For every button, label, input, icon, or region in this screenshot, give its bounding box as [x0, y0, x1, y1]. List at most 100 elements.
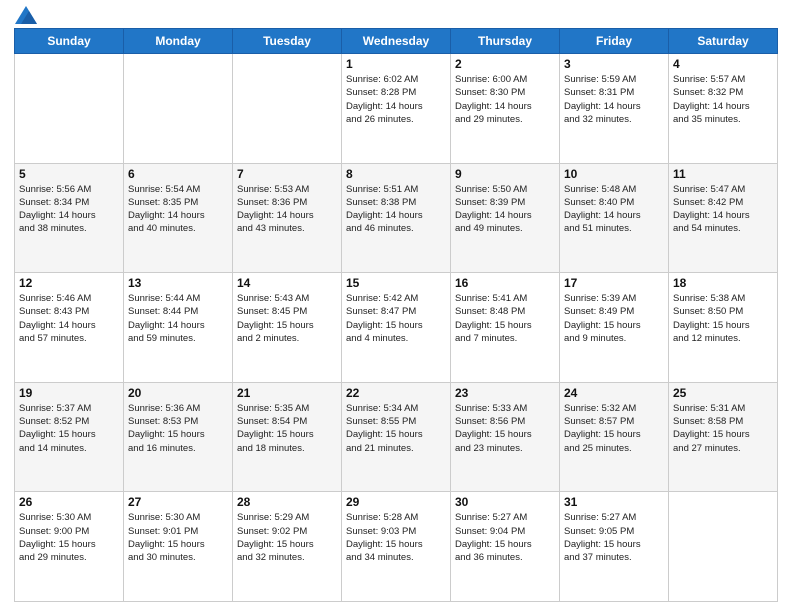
day-number: 23 [455, 386, 555, 400]
calendar-week-row: 19 Sunrise: 5:37 AM Sunset: 8:52 PM Dayli… [15, 382, 778, 492]
calendar-day-cell: 8 Sunrise: 5:51 AM Sunset: 8:38 PM Daylig… [342, 163, 451, 273]
calendar-empty-cell [669, 492, 778, 602]
day-info: Sunrise: 6:00 AM Sunset: 8:30 PM Dayligh… [455, 73, 555, 126]
day-number: 1 [346, 57, 446, 71]
day-number: 11 [673, 167, 773, 181]
calendar-week-row: 12 Sunrise: 5:46 AM Sunset: 8:43 PM Dayli… [15, 273, 778, 383]
calendar-day-cell: 11Sunrise: 5:47 AM Sunset: 8:42 PM Dayli… [669, 163, 778, 273]
day-info: Sunrise: 5:57 AM Sunset: 8:32 PM Dayligh… [673, 73, 773, 126]
calendar-day-cell: 30 Sunrise: 5:27 AM Sunset: 9:04 PM Dayli… [451, 492, 560, 602]
logo-icon [15, 6, 37, 24]
calendar-week-row: 26 Sunrise: 5:30 AM Sunset: 9:00 PM Dayli… [15, 492, 778, 602]
day-info: Sunrise: 5:33 AM Sunset: 8:56 PM Dayligh… [455, 402, 555, 455]
day-info: Sunrise: 5:34 AM Sunset: 8:55 PM Dayligh… [346, 402, 446, 455]
day-info: Sunrise: 5:43 AM Sunset: 8:45 PM Dayligh… [237, 292, 337, 345]
day-of-week-header: Friday [560, 29, 669, 54]
calendar-day-cell: 14 Sunrise: 5:43 AM Sunset: 8:45 PM Dayli… [233, 273, 342, 383]
calendar-day-cell: 16Sunrise: 5:41 AM Sunset: 8:48 PM Dayli… [451, 273, 560, 383]
day-number: 9 [455, 167, 555, 181]
day-of-week-header: Thursday [451, 29, 560, 54]
day-of-week-header: Sunday [15, 29, 124, 54]
calendar-day-cell: 2 Sunrise: 6:00 AM Sunset: 8:30 PM Daylig… [451, 54, 560, 164]
day-number: 21 [237, 386, 337, 400]
calendar-day-cell: 23 Sunrise: 5:33 AM Sunset: 8:56 PM Dayli… [451, 382, 560, 492]
calendar-empty-cell [124, 54, 233, 164]
day-number: 27 [128, 495, 228, 509]
calendar-day-cell: 3 Sunrise: 5:59 AM Sunset: 8:31 PM Daylig… [560, 54, 669, 164]
day-number: 30 [455, 495, 555, 509]
day-info: Sunrise: 5:56 AM Sunset: 8:34 PM Dayligh… [19, 183, 119, 236]
day-number: 24 [564, 386, 664, 400]
calendar-day-cell: 1 Sunrise: 6:02 AM Sunset: 8:28 PM Daylig… [342, 54, 451, 164]
calendar-day-cell: 24 Sunrise: 5:32 AM Sunset: 8:57 PM Dayli… [560, 382, 669, 492]
day-number: 31 [564, 495, 664, 509]
day-number: 3 [564, 57, 664, 71]
day-number: 16 [455, 276, 555, 290]
day-info: Sunrise: 5:30 AM Sunset: 9:00 PM Dayligh… [19, 511, 119, 564]
day-info: Sunrise: 5:50 AM Sunset: 8:39 PM Dayligh… [455, 183, 555, 236]
day-number: 13 [128, 276, 228, 290]
day-number: 15 [346, 276, 446, 290]
day-number: 19 [19, 386, 119, 400]
day-of-week-header: Wednesday [342, 29, 451, 54]
day-number: 17 [564, 276, 664, 290]
day-number: 20 [128, 386, 228, 400]
day-info: Sunrise: 5:46 AM Sunset: 8:43 PM Dayligh… [19, 292, 119, 345]
day-number: 8 [346, 167, 446, 181]
day-number: 29 [346, 495, 446, 509]
day-info: Sunrise: 5:28 AM Sunset: 9:03 PM Dayligh… [346, 511, 446, 564]
day-info: Sunrise: 5:37 AM Sunset: 8:52 PM Dayligh… [19, 402, 119, 455]
calendar-day-cell: 12 Sunrise: 5:46 AM Sunset: 8:43 PM Dayli… [15, 273, 124, 383]
calendar-day-cell: 28 Sunrise: 5:29 AM Sunset: 9:02 PM Dayli… [233, 492, 342, 602]
day-info: Sunrise: 5:48 AM Sunset: 8:40 PM Dayligh… [564, 183, 664, 236]
calendar-day-cell: 20 Sunrise: 5:36 AM Sunset: 8:53 PM Dayli… [124, 382, 233, 492]
day-number: 18 [673, 276, 773, 290]
day-info: Sunrise: 5:31 AM Sunset: 8:58 PM Dayligh… [673, 402, 773, 455]
calendar-day-cell: 29 Sunrise: 5:28 AM Sunset: 9:03 PM Dayli… [342, 492, 451, 602]
day-of-week-header: Tuesday [233, 29, 342, 54]
day-of-week-header: Saturday [669, 29, 778, 54]
day-info: Sunrise: 5:35 AM Sunset: 8:54 PM Dayligh… [237, 402, 337, 455]
calendar-day-cell: 31 Sunrise: 5:27 AM Sunset: 9:05 PM Dayli… [560, 492, 669, 602]
page: SundayMondayTuesdayWednesdayThursdayFrid… [0, 0, 792, 612]
header [14, 10, 778, 20]
calendar-empty-cell [15, 54, 124, 164]
day-info: Sunrise: 5:42 AM Sunset: 8:47 PM Dayligh… [346, 292, 446, 345]
day-number: 4 [673, 57, 773, 71]
calendar-week-row: 1 Sunrise: 6:02 AM Sunset: 8:28 PM Daylig… [15, 54, 778, 164]
day-info: Sunrise: 5:36 AM Sunset: 8:53 PM Dayligh… [128, 402, 228, 455]
day-info: Sunrise: 5:53 AM Sunset: 8:36 PM Dayligh… [237, 183, 337, 236]
day-info: Sunrise: 5:54 AM Sunset: 8:35 PM Dayligh… [128, 183, 228, 236]
day-number: 7 [237, 167, 337, 181]
day-number: 26 [19, 495, 119, 509]
calendar-day-cell: 7 Sunrise: 5:53 AM Sunset: 8:36 PM Daylig… [233, 163, 342, 273]
day-number: 28 [237, 495, 337, 509]
day-number: 14 [237, 276, 337, 290]
calendar-day-cell: 5Sunrise: 5:56 AM Sunset: 8:34 PM Daylig… [15, 163, 124, 273]
day-info: Sunrise: 6:02 AM Sunset: 8:28 PM Dayligh… [346, 73, 446, 126]
day-info: Sunrise: 5:29 AM Sunset: 9:02 PM Dayligh… [237, 511, 337, 564]
day-number: 12 [19, 276, 119, 290]
day-info: Sunrise: 5:38 AM Sunset: 8:50 PM Dayligh… [673, 292, 773, 345]
day-info: Sunrise: 5:44 AM Sunset: 8:44 PM Dayligh… [128, 292, 228, 345]
day-number: 2 [455, 57, 555, 71]
day-info: Sunrise: 5:27 AM Sunset: 9:04 PM Dayligh… [455, 511, 555, 564]
calendar-day-cell: 9 Sunrise: 5:50 AM Sunset: 8:39 PM Daylig… [451, 163, 560, 273]
calendar-day-cell: 25Sunrise: 5:31 AM Sunset: 8:58 PM Dayli… [669, 382, 778, 492]
calendar-day-cell: 17Sunrise: 5:39 AM Sunset: 8:49 PM Dayli… [560, 273, 669, 383]
day-info: Sunrise: 5:30 AM Sunset: 9:01 PM Dayligh… [128, 511, 228, 564]
calendar-day-cell: 15 Sunrise: 5:42 AM Sunset: 8:47 PM Dayli… [342, 273, 451, 383]
day-info: Sunrise: 5:27 AM Sunset: 9:05 PM Dayligh… [564, 511, 664, 564]
calendar-day-cell: 22Sunrise: 5:34 AM Sunset: 8:55 PM Dayli… [342, 382, 451, 492]
calendar-empty-cell [233, 54, 342, 164]
day-info: Sunrise: 5:51 AM Sunset: 8:38 PM Dayligh… [346, 183, 446, 236]
calendar-day-cell: 4 Sunrise: 5:57 AM Sunset: 8:32 PM Daylig… [669, 54, 778, 164]
day-info: Sunrise: 5:32 AM Sunset: 8:57 PM Dayligh… [564, 402, 664, 455]
logo [14, 10, 37, 20]
calendar-week-row: 5Sunrise: 5:56 AM Sunset: 8:34 PM Daylig… [15, 163, 778, 273]
day-info: Sunrise: 5:59 AM Sunset: 8:31 PM Dayligh… [564, 73, 664, 126]
calendar-day-cell: 26 Sunrise: 5:30 AM Sunset: 9:00 PM Dayli… [15, 492, 124, 602]
day-number: 6 [128, 167, 228, 181]
calendar-header-row: SundayMondayTuesdayWednesdayThursdayFrid… [15, 29, 778, 54]
calendar-day-cell: 27 Sunrise: 5:30 AM Sunset: 9:01 PM Dayli… [124, 492, 233, 602]
